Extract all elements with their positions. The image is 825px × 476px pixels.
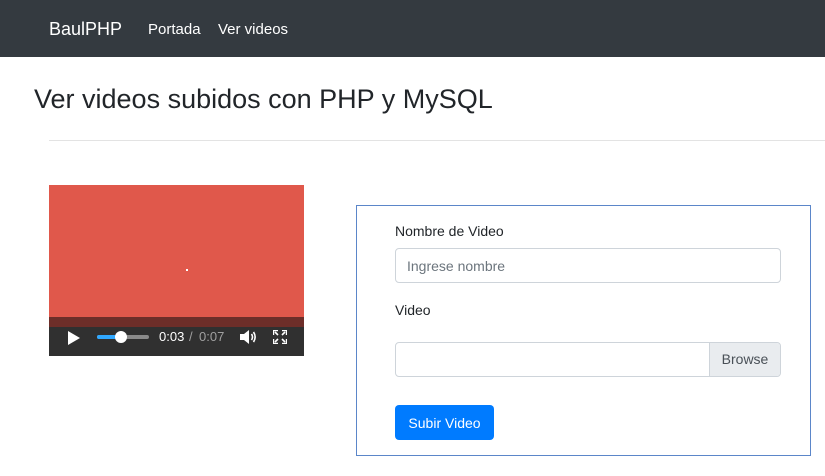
navbar-brand[interactable]: BaulPHP (49, 19, 122, 40)
video-progress-strip[interactable] (49, 317, 304, 327)
nombre-input[interactable] (395, 248, 781, 283)
speaker-icon[interactable] (240, 329, 258, 345)
nombre-label: Nombre de Video (395, 223, 504, 239)
fullscreen-icon[interactable] (273, 330, 287, 344)
time-separator: / (189, 329, 193, 344)
nav-link-ver-videos[interactable]: Ver videos (218, 21, 288, 38)
play-icon[interactable] (67, 331, 80, 345)
nav-link-portada[interactable]: Portada (148, 21, 201, 38)
subir-video-button[interactable]: Subir Video (395, 405, 494, 440)
upload-form-card: Nombre de Video Video Browse Subir Video (356, 205, 811, 456)
browse-button[interactable]: Browse (709, 343, 780, 376)
video-player[interactable]: 0:03 / 0:07 (49, 185, 304, 356)
time-duration: 0:07 (199, 329, 225, 344)
volume-slider-thumb[interactable] (115, 331, 127, 343)
video-file-input[interactable]: Browse (395, 342, 781, 377)
video-frame-dot (186, 269, 188, 271)
page-title: Ver videos subidos con PHP y MySQL (34, 84, 493, 114)
time-current: 0:03 (159, 329, 185, 344)
video-label: Video (395, 302, 431, 318)
divider (49, 140, 825, 141)
navbar: BaulPHP Portada Ver videos (0, 0, 825, 57)
